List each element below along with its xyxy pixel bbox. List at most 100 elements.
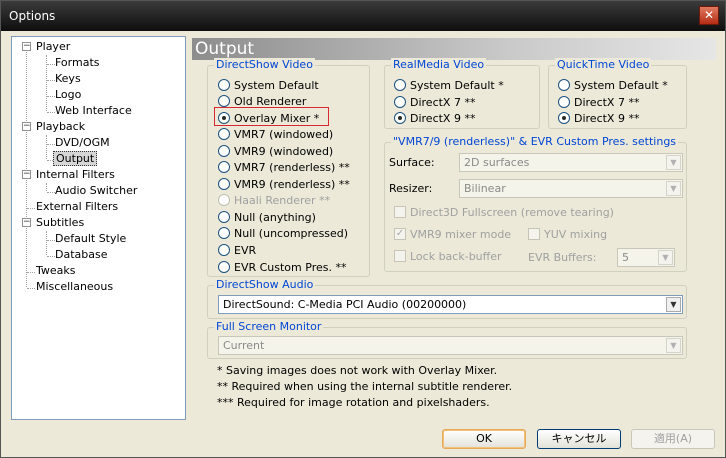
evr-buffers-select[interactable]: 5 ▼ xyxy=(617,248,675,267)
options-tree[interactable]: − Player Formats Keys Logo Web Interface… xyxy=(11,36,186,420)
tree-item-output[interactable]: Output xyxy=(53,151,98,166)
rm-radio-directx7[interactable]: DirectX 7 ** xyxy=(394,95,475,111)
close-button[interactable]: ✕ xyxy=(699,6,719,25)
chevron-down-icon: ▼ xyxy=(666,338,681,353)
tree-branch xyxy=(47,240,55,241)
tree-item-default-style[interactable]: Default Style xyxy=(55,232,126,245)
qt-radio-system-default[interactable]: System Default * xyxy=(558,78,668,94)
radio-vmr7-windowed[interactable]: VMR7 (windowed) xyxy=(218,127,333,143)
radio-icon xyxy=(218,112,230,124)
radio-icon xyxy=(394,96,406,108)
expand-playback-icon[interactable]: − xyxy=(22,122,31,131)
expand-internal-filters-icon[interactable]: − xyxy=(22,170,31,179)
tree-item-tweaks[interactable]: Tweaks xyxy=(36,264,76,277)
radio-overlay-mixer[interactable]: Overlay Mixer * xyxy=(218,111,319,127)
directshow-audio-group: DirectShow Audio DirectSound: C-Media PC… xyxy=(207,278,687,319)
radio-evr-custom-pres[interactable]: EVR Custom Pres. ** xyxy=(218,260,346,276)
close-icon: ✕ xyxy=(703,8,715,22)
chevron-down-icon: ▼ xyxy=(666,155,681,170)
radio-haali-renderer[interactable]: Haali Renderer ** xyxy=(218,193,330,209)
tree-branch xyxy=(47,64,55,65)
tree-branch xyxy=(47,96,55,97)
tree-item-subtitles[interactable]: Subtitles xyxy=(36,216,84,229)
tree-item-web-interface[interactable]: Web Interface xyxy=(55,104,132,117)
realmedia-video-label: RealMedia Video xyxy=(391,58,487,71)
checkmark-icon: ✓ xyxy=(394,228,406,240)
directshow-video-group: DirectShow Video System Default Old Rend… xyxy=(207,58,370,277)
vmr-settings-group: "VMR7/9 (renderless)" & EVR Custom Pres.… xyxy=(384,135,687,272)
radio-vmr9-windowed[interactable]: VMR9 (windowed) xyxy=(218,144,333,160)
radio-icon xyxy=(218,211,230,223)
checkbox-icon xyxy=(394,206,406,218)
chevron-down-icon: ▼ xyxy=(658,250,673,265)
tree-item-internal-filters[interactable]: Internal Filters xyxy=(36,168,115,181)
lock-back-buffer-checkbox[interactable]: Lock back-buffer xyxy=(394,249,502,265)
tree-item-miscellaneous[interactable]: Miscellaneous xyxy=(36,280,113,293)
radio-icon xyxy=(394,112,406,124)
tree-playback-line xyxy=(46,135,47,159)
cancel-button[interactable]: キャンセル xyxy=(537,429,621,449)
expand-player-icon[interactable]: − xyxy=(22,42,31,51)
tree-item-player[interactable]: Player xyxy=(36,40,70,53)
radio-icon xyxy=(218,178,230,190)
title-bar[interactable]: Options ✕ xyxy=(1,1,725,31)
tree-item-external-filters[interactable]: External Filters xyxy=(36,200,118,213)
qt-radio-directx9[interactable]: DirectX 9 ** xyxy=(558,111,639,127)
quicktime-video-group: QuickTime Video System Default * DirectX… xyxy=(548,58,687,129)
audio-renderer-select[interactable]: DirectSound: C-Media PCI Audio (00200000… xyxy=(218,295,683,314)
tree-branch xyxy=(47,144,55,145)
tree-branch xyxy=(47,256,55,257)
tree-item-playback[interactable]: Playback xyxy=(36,120,85,133)
directshow-video-label: DirectShow Video xyxy=(214,58,315,71)
radio-null-uncompressed[interactable]: Null (uncompressed) xyxy=(218,226,348,242)
yuv-mixing-checkbox[interactable]: YUV mixing xyxy=(528,227,607,243)
radio-null-anything[interactable]: Null (anything) xyxy=(218,210,316,226)
radio-icon xyxy=(218,145,230,157)
rm-radio-system-default[interactable]: System Default * xyxy=(394,78,504,94)
tree-item-database[interactable]: Database xyxy=(55,248,108,261)
window-title: Options xyxy=(9,9,56,23)
radio-icon xyxy=(218,128,230,140)
tree-item-audio-switcher[interactable]: Audio Switcher xyxy=(55,184,137,197)
monitor-select[interactable]: Current ▼ xyxy=(218,336,683,355)
tree-branch xyxy=(47,192,55,193)
directshow-audio-label: DirectShow Audio xyxy=(214,278,316,291)
radio-system-default[interactable]: System Default xyxy=(218,78,319,94)
radio-icon xyxy=(218,244,230,256)
tree-branch xyxy=(27,272,35,273)
radio-icon xyxy=(218,95,230,107)
expand-subtitles-icon[interactable]: − xyxy=(22,218,31,227)
rm-radio-directx9[interactable]: DirectX 9 ** xyxy=(394,111,475,127)
tree-item-logo[interactable]: Logo xyxy=(55,88,81,101)
options-window: Options ✕ − Player Formats Keys Logo Web… xyxy=(0,0,726,458)
radio-evr[interactable]: EVR xyxy=(218,243,256,259)
resizer-select[interactable]: Bilinear ▼ xyxy=(459,179,683,198)
tree-branch xyxy=(47,112,55,113)
radio-icon xyxy=(218,79,230,91)
radio-vmr9-renderless[interactable]: VMR9 (renderless) ** xyxy=(218,177,350,193)
d3d-fullscreen-checkbox[interactable]: Direct3D Fullscreen (remove tearing) xyxy=(394,205,614,221)
radio-icon xyxy=(218,194,230,206)
surface-select[interactable]: 2D surfaces ▼ xyxy=(459,153,683,172)
checkbox-icon xyxy=(394,250,406,262)
tree-item-dvd-ogm[interactable]: DVD/OGM xyxy=(55,136,110,149)
evr-buffers-label: EVR Buffers: xyxy=(528,251,597,264)
apply-button[interactable]: 適用(A) xyxy=(631,429,715,449)
realmedia-video-group: RealMedia Video System Default * DirectX… xyxy=(384,58,540,129)
tree-branch xyxy=(27,208,35,209)
tree-item-keys[interactable]: Keys xyxy=(55,72,81,85)
note-subtitle-renderer: ** Required when using the internal subt… xyxy=(217,380,513,393)
full-screen-monitor-label: Full Screen Monitor xyxy=(214,320,324,333)
vmr-settings-label: "VMR7/9 (renderless)" & EVR Custom Pres.… xyxy=(391,135,679,148)
radio-icon xyxy=(218,161,230,173)
tree-branch xyxy=(27,288,35,289)
vmr9-mixer-checkbox[interactable]: ✓ VMR9 mixer mode xyxy=(394,227,511,243)
quicktime-video-label: QuickTime Video xyxy=(555,58,652,71)
radio-vmr7-renderless[interactable]: VMR7 (renderless) ** xyxy=(218,160,350,176)
tree-branch xyxy=(47,80,55,81)
tree-item-formats[interactable]: Formats xyxy=(55,56,100,69)
qt-radio-directx7[interactable]: DirectX 7 ** xyxy=(558,95,639,111)
ok-button[interactable]: OK xyxy=(442,429,526,449)
tree-subtitles-line xyxy=(46,231,47,255)
checkbox-icon xyxy=(528,228,540,240)
